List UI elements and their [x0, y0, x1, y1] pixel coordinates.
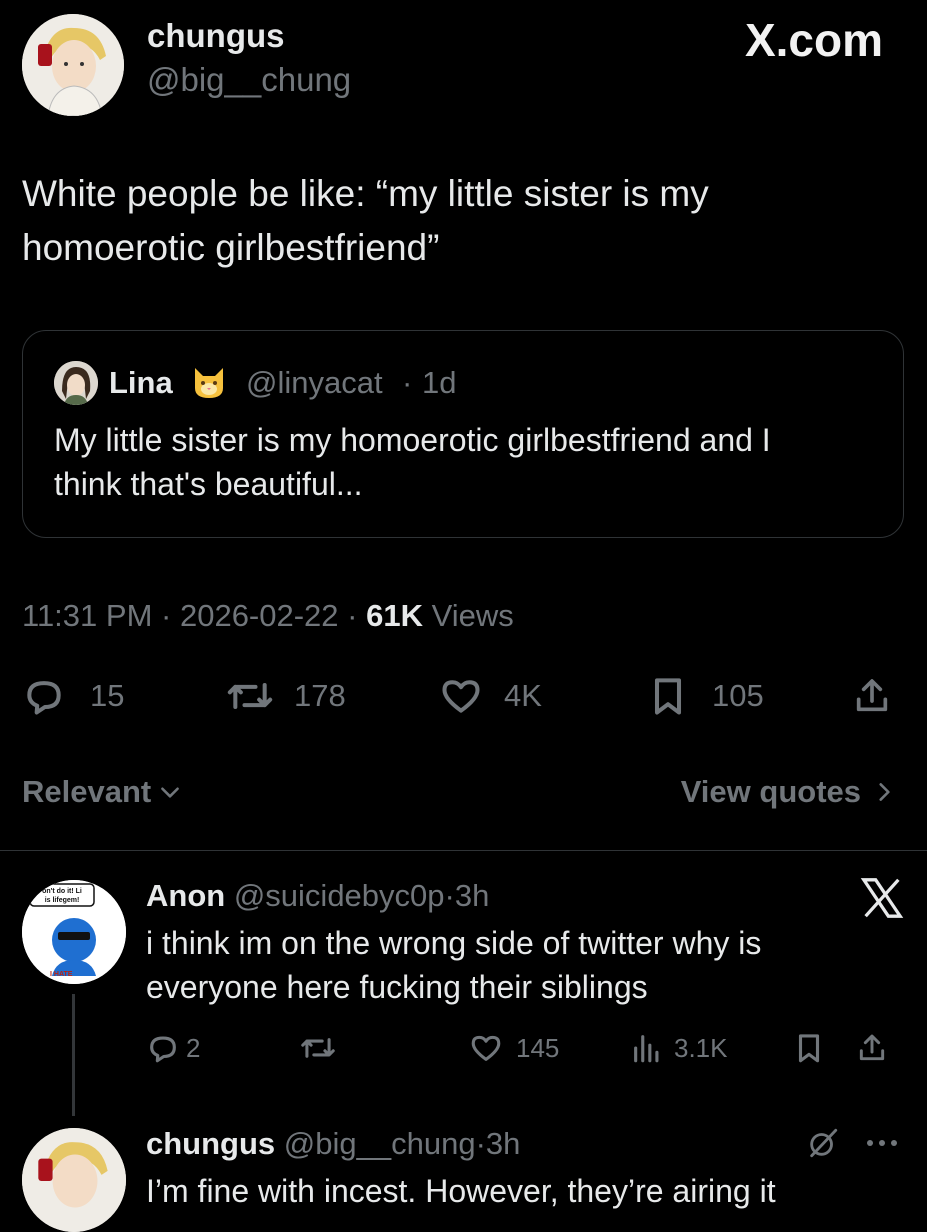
view-quotes-link[interactable]: View quotes	[681, 772, 897, 812]
reply2-header: chungus @big__chung·3h	[146, 1124, 520, 1164]
sort-relevant-dropdown[interactable]: Relevant	[22, 772, 183, 812]
reply2-avatar[interactable]	[22, 1128, 126, 1232]
reply1-reply-count: 2	[186, 1032, 201, 1063]
reply1-text-line-2: everyone here fucking their siblings	[146, 969, 648, 1005]
avatar-caption-top: on't do it! Li	[42, 888, 82, 895]
brand-watermark: X.com	[744, 14, 883, 66]
bookmark-icon	[654, 678, 682, 715]
share-icon	[859, 1034, 885, 1061]
grok-icon[interactable]	[806, 1126, 840, 1160]
reply1-time[interactable]: 3h	[455, 878, 489, 913]
quote-separator: ·	[402, 365, 413, 400]
repost-button[interactable]: 178	[226, 674, 346, 718]
heart-icon	[471, 1035, 501, 1061]
reply2-time[interactable]: 3h	[486, 1126, 520, 1161]
reply1-share-button[interactable]	[856, 1030, 888, 1066]
views-count[interactable]: 61K	[366, 598, 423, 633]
repost-count: 178	[294, 678, 346, 713]
reply1-text-line-1: i think im on the wrong side of twitter …	[146, 925, 762, 961]
chevron-down-icon	[161, 787, 180, 798]
views-chart-icon	[634, 1035, 659, 1063]
tweet-meta: 11:31 PM · 2026-02-22 · 61K Views	[22, 596, 514, 636]
reply-count: 15	[90, 678, 125, 713]
reply1-reply-button[interactable]: 2	[146, 1030, 200, 1066]
section-divider	[0, 850, 927, 851]
reply2-display-name[interactable]: chungus	[146, 1126, 275, 1161]
author-avatar[interactable]	[22, 14, 124, 116]
bookmark-icon	[798, 1034, 820, 1063]
reply1-views-count: 3.1K	[674, 1032, 728, 1063]
meta-separator: ·	[347, 598, 358, 633]
quote-name-emoji	[189, 362, 229, 402]
tweet-date[interactable]: 2026-02-22	[180, 598, 339, 633]
reply1-views-button[interactable]: 3.1K	[630, 1030, 728, 1066]
reply1-handle[interactable]: @suicidebyc0p	[234, 878, 445, 913]
views-label: Views	[431, 598, 514, 633]
quote-display-name[interactable]: Lina	[109, 364, 173, 402]
quote-author-avatar[interactable]	[54, 361, 98, 405]
tweet-time[interactable]: 11:31 PM	[22, 598, 152, 633]
reply-icon	[27, 681, 61, 715]
reply1-repost-button[interactable]	[300, 1030, 336, 1066]
view-quotes-label: View quotes	[680, 774, 861, 809]
reply2-text-line-1: I’m fine with incest. However, they’re a…	[146, 1173, 776, 1209]
chevron-right-icon	[879, 783, 890, 801]
tweet-text-line-2: homoerotic girlbestfriend”	[22, 227, 440, 268]
bookmark-count: 105	[712, 678, 764, 713]
reply1-separator: ·	[444, 878, 455, 913]
like-button[interactable]: 4K	[438, 674, 542, 718]
reply1-like-count: 145	[516, 1032, 560, 1063]
repost-icon	[301, 1038, 335, 1058]
quote-handle[interactable]: @linyacat	[246, 364, 383, 402]
reply2-handle[interactable]: @big__chung	[284, 1126, 476, 1161]
x-logo-icon	[860, 878, 904, 918]
reply-button[interactable]: 15	[22, 674, 124, 718]
quote-text-line-1: My little sister is my homoerotic girlbe…	[54, 422, 771, 458]
reply1-display-name[interactable]: Anon	[146, 878, 225, 913]
repost-icon	[227, 682, 273, 710]
bookmark-button[interactable]: 105	[646, 674, 764, 718]
share-icon	[856, 679, 888, 712]
heart-icon	[442, 680, 480, 713]
reply1-bookmark-button[interactable]	[792, 1030, 826, 1066]
thread-line	[72, 994, 75, 1116]
more-options-icon[interactable]	[862, 1128, 902, 1158]
reply-icon	[150, 1036, 176, 1063]
meta-separator: ·	[161, 598, 172, 633]
author-handle[interactable]: @big__chung	[147, 60, 351, 100]
tweet-text-line-1: White people be like: “my little sister …	[22, 173, 709, 214]
quote-time[interactable]: 1d	[422, 364, 456, 402]
cat-face-icon	[195, 368, 223, 398]
avatar-caption-mid: is lifegem!	[45, 897, 80, 904]
like-count: 4K	[504, 678, 542, 713]
reply2-separator: ·	[475, 1126, 486, 1161]
share-button[interactable]	[852, 674, 892, 718]
reply1-like-button[interactable]: 145	[468, 1030, 559, 1066]
reply1-avatar[interactable]: on't do it! Li is lifegem! I HATE	[22, 880, 126, 984]
sort-relevant-label: Relevant	[22, 774, 152, 809]
avatar-caption-bottom: I HATE	[50, 971, 73, 978]
author-display-name[interactable]: chungus	[147, 16, 285, 56]
quote-text-line-2: think that's beautiful...	[54, 466, 363, 502]
reply1-header: Anon @suicidebyc0p·3h	[146, 876, 489, 916]
